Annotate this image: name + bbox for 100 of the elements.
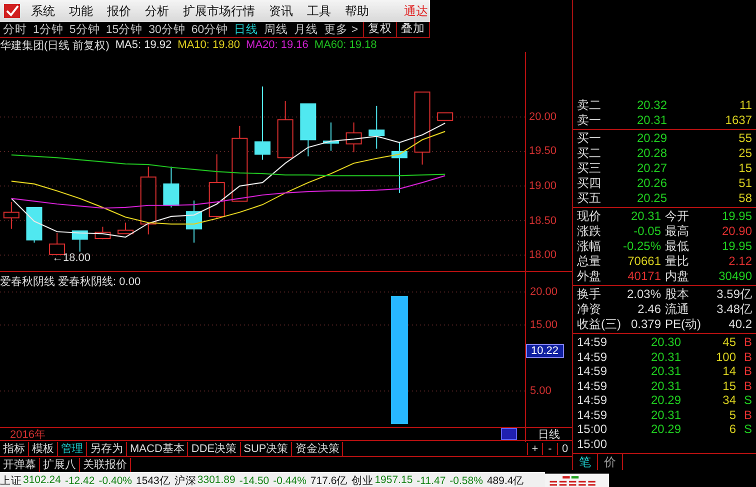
stat-label: 今开 <box>664 209 690 224</box>
order-price: 20.29 <box>636 131 667 146</box>
toolbar-button[interactable]: 复权 <box>363 22 396 37</box>
index-value: 1957.15 <box>374 474 413 487</box>
candlestick <box>140 166 156 235</box>
stat-value: 2.12 <box>728 254 752 269</box>
indicator-value: MA10: 19.80 <box>178 39 240 51</box>
index-name: 上证 <box>0 474 22 487</box>
indicator-tab[interactable]: SUP决策 <box>240 442 292 456</box>
order-volume: 55 <box>738 131 752 146</box>
candlestick <box>391 141 408 194</box>
period-tab[interactable]: 1分钟 <box>30 22 66 37</box>
period-tab[interactable]: 月线 <box>291 22 322 37</box>
order-volume: 11 <box>738 98 752 113</box>
trade-price: 20.31 <box>650 408 681 422</box>
axis-label: 20.00 <box>530 286 558 298</box>
trade-price: 20.31 <box>650 364 681 378</box>
indicator-tab[interactable]: DDE决策 <box>188 442 241 456</box>
stat-label: 股本 <box>664 287 690 302</box>
year-label: 2016年 <box>9 428 46 442</box>
stat-label: 外盘 <box>577 269 602 284</box>
order-price: 20.27 <box>636 161 667 176</box>
stat-value: 19.95 <box>720 209 752 224</box>
menu-item[interactable]: 报价 <box>100 2 138 20</box>
indicator-title: 爱春秋阴线 爱春秋阴线: 0.00 <box>0 275 141 289</box>
zoom-button[interactable]: + <box>527 442 542 454</box>
period-tab[interactable]: 日线 <box>231 22 262 37</box>
period-tab[interactable]: 15分钟 <box>102 22 146 37</box>
axis-label: 18.00 <box>529 249 557 262</box>
stat-value: 2.46 <box>636 302 661 317</box>
period-tab[interactable]: 分时 <box>0 22 30 37</box>
candlestick <box>72 230 88 252</box>
trade-side: B <box>742 378 752 393</box>
period-tab[interactable]: 30分钟 <box>146 22 188 37</box>
indicator-tab[interactable]: 指标 <box>0 442 29 456</box>
order-price: 20.32 <box>636 98 667 113</box>
order-label: 买三 <box>577 161 602 176</box>
period-tab[interactable]: 周线 <box>261 22 292 37</box>
stat-value: 20.31 <box>630 209 661 224</box>
candlestick <box>3 201 20 230</box>
chart-title: 华建集团(日线 前复权) <box>0 38 110 52</box>
stat-value: 40171 <box>626 269 661 284</box>
brand-text: 通达 <box>404 2 429 20</box>
trade-side: S <box>742 422 752 436</box>
order-volume: 58 <box>738 191 752 206</box>
stat-label: 涨幅 <box>577 239 602 254</box>
candlestick <box>277 100 294 158</box>
trade-time: 14:59 <box>577 335 608 350</box>
stat-value: 3.48亿 <box>716 302 752 317</box>
candlestick <box>437 112 454 121</box>
trade-price: 20.29 <box>650 422 681 436</box>
trade-time: 14:59 <box>577 350 608 364</box>
index-change: -11.47 <box>416 474 446 486</box>
market-bars-icon[interactable] <box>545 472 609 487</box>
period-tab[interactable]: 更多 > <box>321 22 362 37</box>
stat-label: 现价 <box>577 209 602 224</box>
trade-price: 20.29 <box>650 393 681 408</box>
candlestick <box>118 222 134 234</box>
panel-tab[interactable]: 笔 <box>573 454 598 470</box>
period-tab[interactable]: 60分钟 <box>188 22 232 37</box>
menu-item[interactable]: 帮助 <box>338 2 376 20</box>
panel-tab[interactable]: 价 <box>598 454 623 470</box>
index-name: 创业 <box>352 474 374 487</box>
zoom-button[interactable]: 0 <box>557 442 572 454</box>
scroll-handle[interactable] <box>501 428 517 440</box>
indicator-tab[interactable]: 另存为 <box>87 442 127 456</box>
period-tab[interactable]: 5分钟 <box>66 22 103 37</box>
menu-item[interactable]: 系统 <box>24 2 62 20</box>
menu-item[interactable]: 分析 <box>138 2 176 20</box>
candlestick <box>322 122 339 152</box>
candlestick <box>208 154 225 218</box>
candlestick <box>186 200 202 244</box>
menu-item[interactable]: 扩展市场行情 <box>176 2 262 20</box>
candlestick <box>94 226 111 240</box>
indicator-tab[interactable]: 模板 <box>29 442 58 456</box>
stat-label: 内盘 <box>664 269 690 284</box>
menu-item[interactable]: 工具 <box>300 2 338 20</box>
stat-label: PE(动) <box>664 317 701 332</box>
menu-item[interactable]: 资讯 <box>262 2 300 20</box>
trade-side: S <box>742 393 752 408</box>
indicator-tab[interactable]: MACD基本 <box>127 442 188 456</box>
zoom-button[interactable]: - <box>542 442 557 454</box>
toolbar-button[interactable]: 叠加 <box>396 22 429 37</box>
trade-volume: 15 <box>722 378 736 393</box>
index-percent: -0.40% <box>98 474 132 486</box>
menu-item[interactable]: 功能 <box>62 2 100 20</box>
stat-label: 流通 <box>664 302 690 317</box>
stat-value: 3.59亿 <box>716 287 752 302</box>
stat-value: 70661 <box>626 254 661 269</box>
stat-label: 最低 <box>664 239 690 254</box>
order-price: 20.25 <box>636 191 667 206</box>
order-label: 买一 <box>577 131 602 146</box>
stat-value: -0.25% <box>622 239 661 254</box>
stat-value: 40.2 <box>728 317 752 332</box>
indicator-value: MA60: 19.18 <box>314 39 377 51</box>
indicator-tab[interactable]: 管理 <box>58 442 87 456</box>
index-change: -14.50 <box>239 474 270 486</box>
order-volume: 15 <box>738 161 752 176</box>
order-label: 卖二 <box>577 98 602 113</box>
indicator-tab[interactable]: 资金决策 <box>292 442 344 456</box>
